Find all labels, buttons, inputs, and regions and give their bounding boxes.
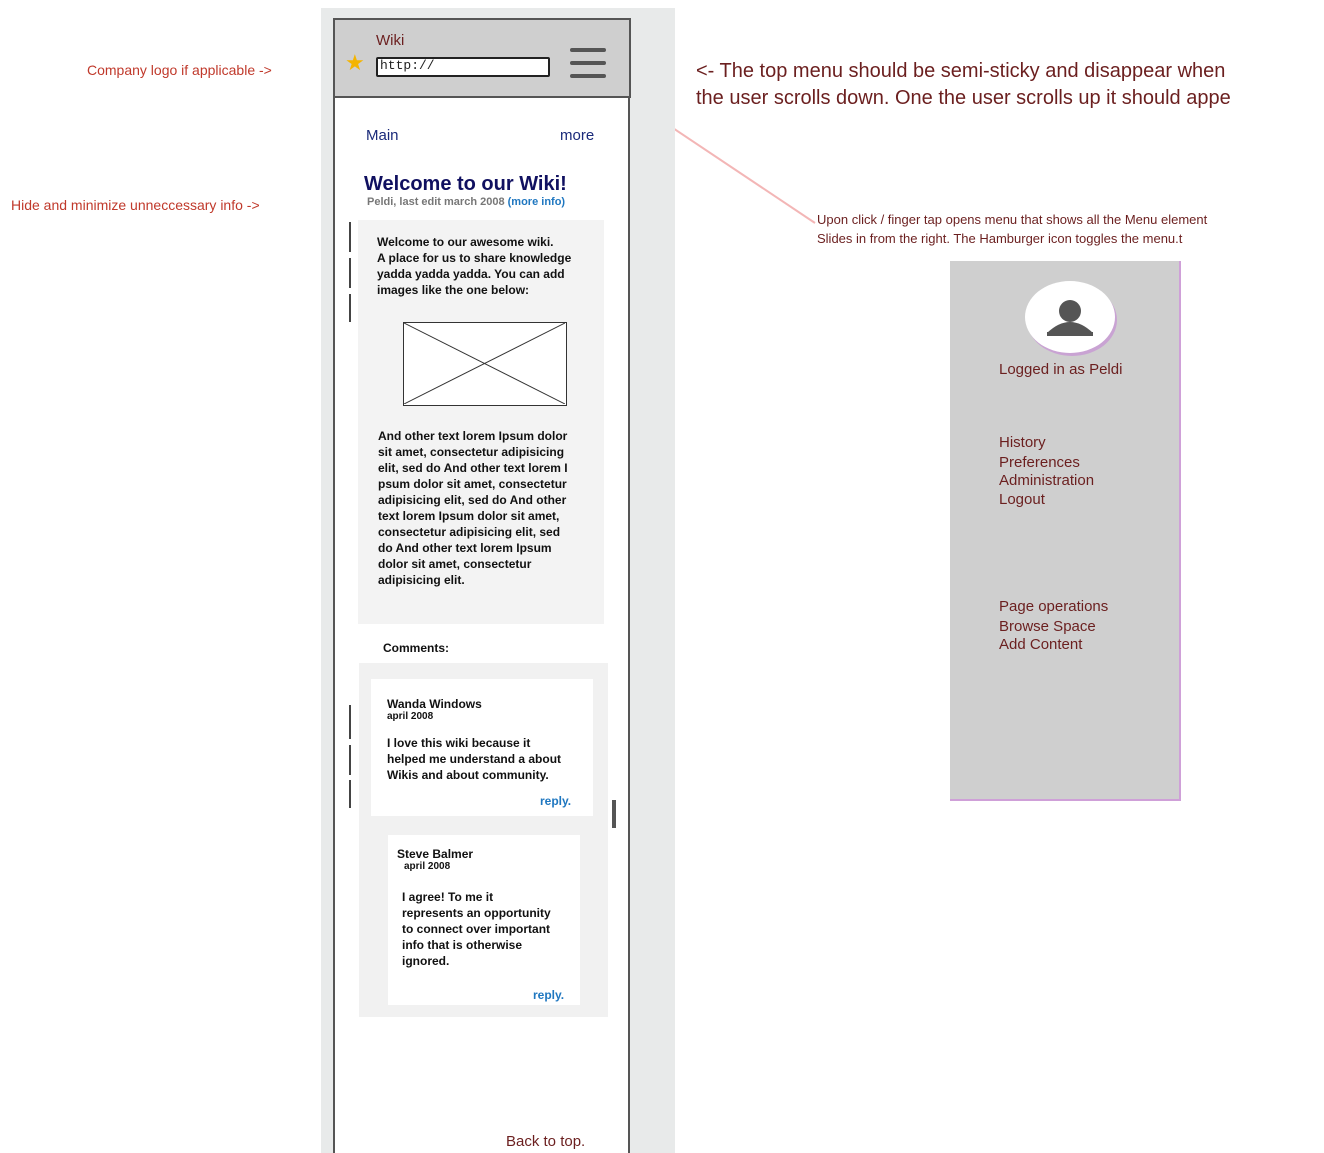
sketch-mark <box>349 258 351 288</box>
intro-line: images like the one below: <box>377 283 530 297</box>
annotation-menu-note-1: Upon click / finger tap opens menu that … <box>817 212 1208 227</box>
sketch-mark <box>349 222 351 252</box>
body-text: And other text lorem Ipsum dolor sit ame… <box>378 428 596 588</box>
sketch-mark <box>349 705 351 739</box>
avatar <box>1025 281 1115 353</box>
nav-main-link[interactable]: Main <box>366 127 399 144</box>
menu-item-history[interactable]: History <box>999 434 1046 451</box>
url-text: http:// <box>380 58 435 73</box>
comment-date: april 2008 <box>387 711 434 722</box>
logged-in-label: Logged in as Peldi <box>999 361 1123 378</box>
body-line: dolor sit amet, consectetur <box>378 557 532 571</box>
comment-line: info that is otherwise <box>402 938 523 952</box>
intro-line: Welcome to our awesome wiki. <box>377 235 554 249</box>
menu-item-administration[interactable]: Administration <box>999 472 1094 489</box>
comment-line: helped me understand a about <box>387 752 562 766</box>
page-meta: Peldi, last edit march 2008 (more info) <box>367 196 565 208</box>
menu-item-add-content[interactable]: Add Content <box>999 636 1082 653</box>
comment-line: ignored. <box>402 954 450 968</box>
body-line: psum dolor sit amet, consectetur <box>378 477 567 491</box>
app-title: Wiki <box>376 32 405 49</box>
intro-text: Welcome to our awesome wiki. A place for… <box>377 234 599 298</box>
menu-item-logout[interactable]: Logout <box>999 491 1045 508</box>
image-placeholder <box>403 322 567 406</box>
comment-line: I agree! To me it <box>402 890 494 904</box>
comment-author: Steve Balmer <box>397 847 474 861</box>
body-line: consectetur adipisicing elit, sed <box>378 525 561 539</box>
body-line: And other text lorem Ipsum dolor <box>378 429 568 443</box>
intro-line: A place for us to share knowledge <box>377 251 572 265</box>
scrollbar[interactable] <box>612 800 616 828</box>
menu-item-preferences[interactable]: Preferences <box>999 454 1080 471</box>
star-logo-icon: ★ <box>345 50 365 75</box>
back-to-top-link[interactable]: Back to top. <box>506 1133 585 1150</box>
comment-line: I love this wiki because it <box>387 736 531 750</box>
comment-author: Wanda Windows <box>387 697 482 711</box>
comment-card: Wanda Windows april 2008 I love this wik… <box>371 679 593 816</box>
comments-label: Comments: <box>383 641 450 655</box>
annotation-hide-info: Hide and minimize unneccessary info -> <box>11 197 260 213</box>
body-line: elit, sed do And other text lorem I <box>378 461 568 475</box>
sketch-mark <box>349 780 351 808</box>
more-info-link[interactable]: (more info) <box>508 196 565 208</box>
intro-line: yadda yadda yadda. You can add <box>377 267 565 281</box>
nav-more-link[interactable]: more <box>560 127 594 144</box>
body-line: sit amet, consectetur adipisicing <box>378 445 565 459</box>
comment-body: I love this wiki because it helped me un… <box>387 735 587 783</box>
reply-link[interactable]: reply. <box>540 794 571 808</box>
sketch-mark <box>349 294 351 322</box>
page-title: Welcome to our Wiki! <box>364 173 567 195</box>
annotation-logo: Company logo if applicable -> <box>87 62 272 78</box>
annotation-menu-note-2: Slides in from the right. The Hamburger … <box>817 231 1183 246</box>
body-line: text lorem Ipsum dolor sit amet, <box>378 509 560 523</box>
menu-item-browse-space[interactable]: Browse Space <box>999 618 1096 635</box>
body-line: adipisicing elit. <box>378 573 465 587</box>
reply-link[interactable]: reply. <box>533 988 564 1002</box>
comment-date: april 2008 <box>404 861 451 872</box>
sketch-mark <box>349 745 351 775</box>
body-line: do And other text lorem Ipsum <box>378 541 552 555</box>
comment-line: to connect over important <box>402 922 551 936</box>
user-icon <box>1047 300 1093 336</box>
page-meta-text: Peldi, last edit march 2008 <box>367 196 505 208</box>
comment-line: represents an opportunity <box>402 906 551 920</box>
comment-card: Steve Balmer april 2008 I agree! To me i… <box>388 835 580 1005</box>
hamburger-icon[interactable] <box>568 44 610 86</box>
comment-line: Wikis and about community. <box>387 768 549 782</box>
menu-item-page-operations[interactable]: Page operations <box>999 598 1108 615</box>
comment-body: I agree! To me it represents an opportun… <box>402 889 577 969</box>
body-line: adipisicing elit, sed do And other <box>378 493 567 507</box>
